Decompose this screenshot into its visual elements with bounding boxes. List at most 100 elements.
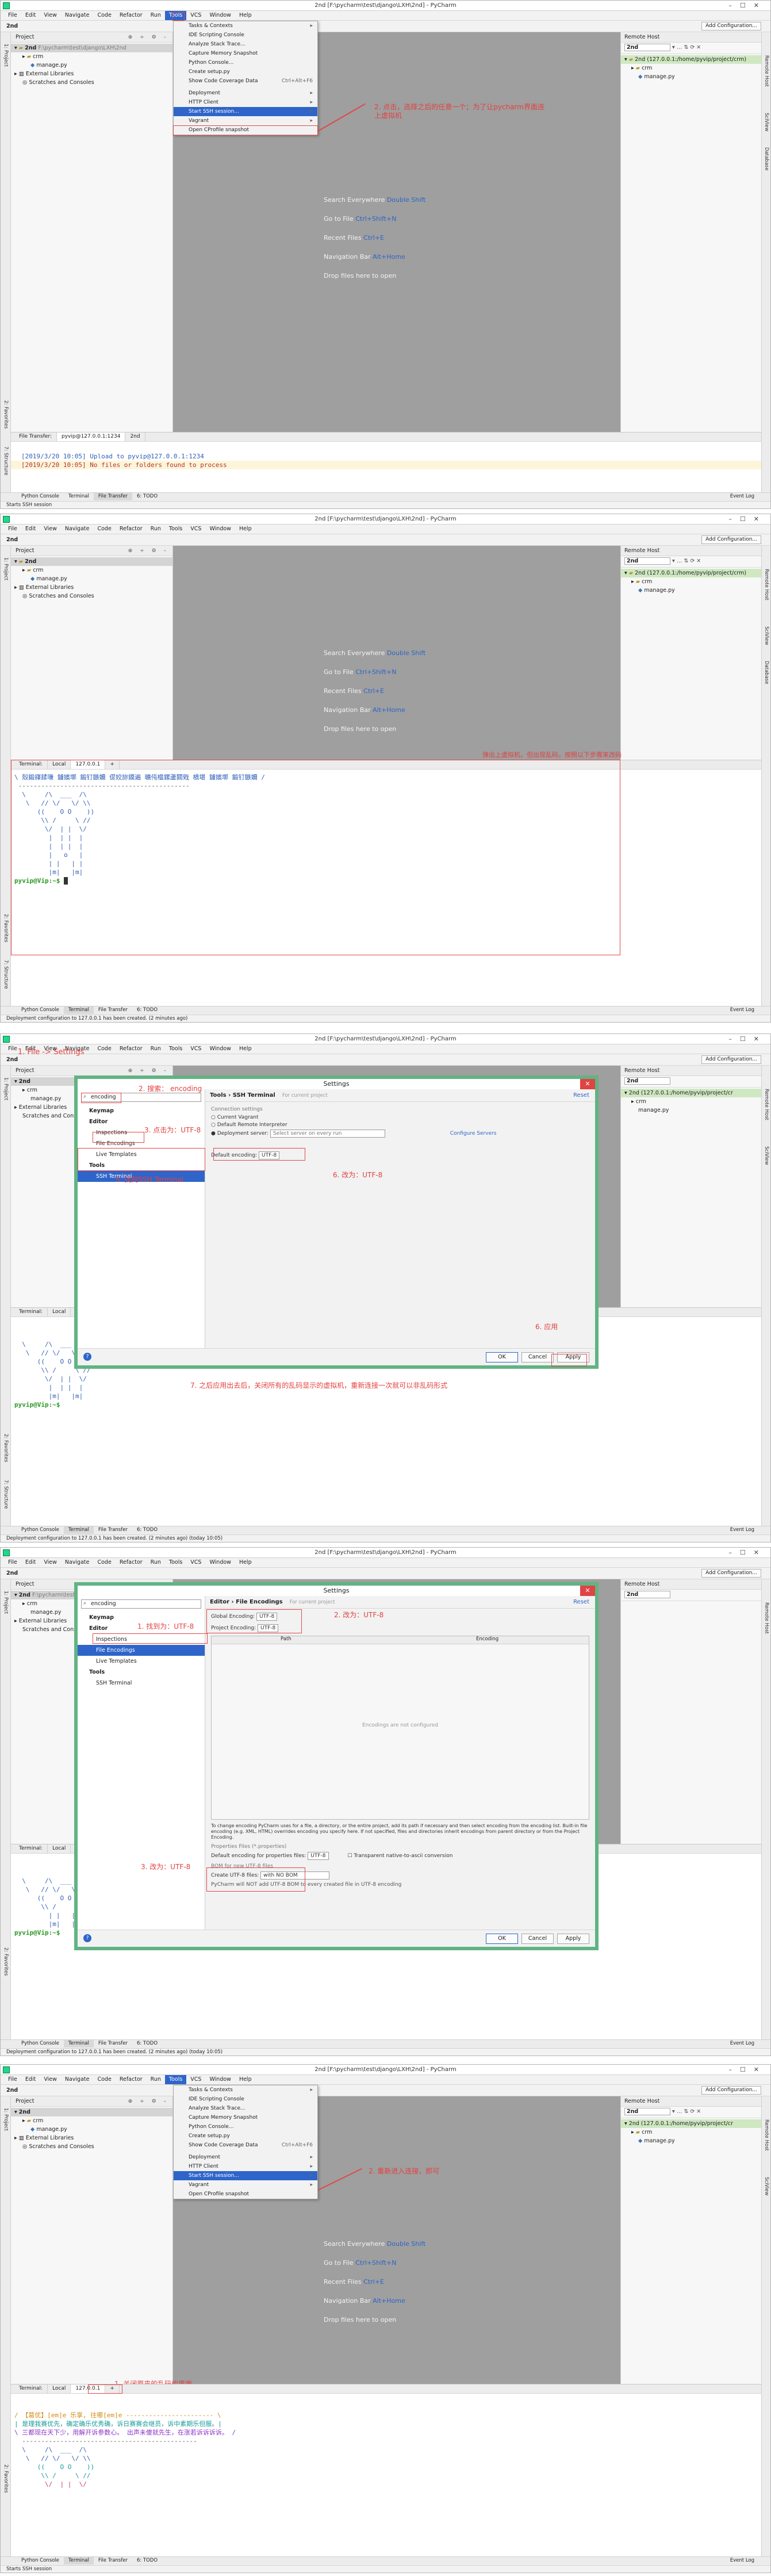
menu-navigate[interactable]: Navigate (61, 525, 94, 534)
menu-item-deployment[interactable]: Deployment ▸ (174, 2153, 317, 2162)
tool-file-transfer[interactable]: File Transfer (94, 1526, 132, 1534)
tree-item-manage[interactable]: ◆ manage.py (11, 575, 172, 583)
reset-link[interactable]: Reset (573, 1089, 589, 1102)
menu-run[interactable]: Run (147, 1044, 165, 1054)
menu-window[interactable]: Window (205, 525, 235, 534)
tree-item-external-libraries[interactable]: ▸ ▥ External Libraries (11, 583, 172, 592)
tab-database[interactable]: Database (764, 661, 769, 684)
menu-item-tasks[interactable]: Tasks & Contexts ▸ (174, 2085, 317, 2095)
remote-server-select[interactable]: 2nd (621, 1590, 761, 1601)
remote-item-crm[interactable]: ▸ ▰ crm (621, 2128, 761, 2137)
menu-file[interactable]: File (4, 2075, 21, 2084)
tool-terminal[interactable]: Terminal (64, 493, 94, 500)
menu-window[interactable]: Window (205, 2075, 235, 2084)
tab-structure[interactable]: 7: Structure (3, 1480, 9, 1509)
tab-favorites[interactable]: 2: Favorites (3, 1947, 9, 1976)
menu-item-capture-memory[interactable]: Capture Memory Snapshot (174, 49, 317, 58)
ok-button[interactable]: OK (486, 1352, 518, 1362)
transparent-checkbox[interactable]: ☐ Transparent native-to-ascii conversion (347, 1853, 452, 1859)
remote-server-select[interactable]: 2nd ▾ … ⇅ ⟳ ✕ (621, 43, 761, 54)
menu-item-show-coverage[interactable]: Show Code Coverage Data Ctrl+Alt+F6 (174, 76, 317, 86)
tool-terminal[interactable]: Terminal (63, 2040, 94, 2047)
tab-remote-host[interactable]: Remote Host (764, 55, 769, 87)
menu-tools[interactable]: Tools (165, 1044, 186, 1054)
tab-project[interactable]: 1: Project (3, 557, 9, 580)
tool-file-transfer[interactable]: File Transfer (94, 2040, 132, 2047)
menu-edit[interactable]: Edit (21, 2075, 40, 2084)
tree-item-scratches[interactable]: ◎ Scratches and Consoles (11, 2142, 172, 2151)
window-controls[interactable]: –☐✕ (728, 1548, 767, 1558)
menu-item-http-client[interactable]: HTTP Client ▸ (174, 2162, 317, 2171)
menu-run[interactable]: Run (147, 2075, 165, 2084)
menu-edit[interactable]: Edit (21, 525, 40, 534)
apply-button[interactable]: Apply (557, 1934, 589, 1944)
menu-refactor[interactable]: Refactor (116, 1558, 147, 1567)
menu-code[interactable]: Code (93, 525, 115, 534)
close-icon[interactable]: ✕ (580, 1079, 595, 1089)
event-log-button[interactable]: Event Log (726, 2557, 759, 2564)
remote-server-select[interactable]: 2nd ▾ … ⇅ ⟳ ✕ (621, 2107, 761, 2118)
event-log-button[interactable]: Event Log (726, 1526, 759, 1534)
menu-navigate[interactable]: Navigate (61, 2075, 94, 2084)
tree-item-manage[interactable]: ◆ manage.py (11, 61, 172, 70)
tree-item-manage[interactable]: ◆ manage.py (11, 2125, 172, 2134)
menu-file[interactable]: File (4, 525, 21, 534)
menu-item-start-ssh[interactable]: Start SSH session... ▸ (174, 2171, 317, 2180)
window-controls[interactable]: –☐✕ (728, 1, 767, 11)
menu-tools[interactable]: Tools (165, 1558, 186, 1567)
pane-tools-icon[interactable]: ⊕ ÷ ⚙ – (128, 32, 169, 43)
tree-item-crm[interactable]: ▸ ▰ crm (11, 52, 172, 61)
nav-crumb[interactable]: 2nd (6, 1057, 18, 1063)
add-configuration-button[interactable]: Add Configuration... (701, 1055, 761, 1064)
tab-transfer-host[interactable]: pyvip@127.0.0.1:1234 (56, 432, 126, 441)
tab-terminal-local[interactable]: Local (48, 2384, 71, 2393)
tab-project[interactable]: 1: Project (3, 44, 9, 67)
menu-item-analyze-stack[interactable]: Analyze Stack Trace... (174, 40, 317, 49)
tool-todo[interactable]: 6: TODO (132, 2557, 162, 2564)
nav-crumb[interactable]: 2nd (6, 537, 18, 543)
menu-help[interactable]: Help (235, 2075, 256, 2084)
menu-view[interactable]: View (40, 2075, 61, 2084)
remote-item-manage[interactable]: ◆ manage.py (621, 2137, 761, 2145)
menu-help[interactable]: Help (235, 1044, 256, 1054)
radio-deployment-server[interactable]: ● Deployment server: Select server on ev… (211, 1130, 589, 1138)
tab-favorites[interactable]: 2: Favorites (3, 914, 9, 942)
ok-button[interactable]: OK (486, 1934, 518, 1944)
tree-live-templates[interactable]: Live Templates (78, 1656, 205, 1667)
nav-crumb[interactable]: 2nd (6, 2087, 18, 2093)
remote-item-crm[interactable]: ▸ ▰ crm (621, 64, 761, 72)
remote-server-select[interactable]: 2nd (621, 1076, 761, 1088)
menu-help[interactable]: Help (235, 1558, 256, 1567)
menu-view[interactable]: View (40, 525, 61, 534)
menu-refactor[interactable]: Refactor (116, 1044, 147, 1054)
reset-link[interactable]: Reset (573, 1596, 589, 1609)
menu-refactor[interactable]: Refactor (116, 11, 147, 20)
menu-item-create-setup[interactable]: Create setup.py (174, 67, 317, 76)
tree-item-external-libraries[interactable]: ▸ ▥ External Libraries (11, 70, 172, 78)
help-icon[interactable]: ? (83, 1353, 91, 1361)
tool-todo[interactable]: 6: TODO (132, 2040, 162, 2047)
tool-todo[interactable]: 6: TODO (132, 1006, 162, 1014)
menu-help[interactable]: Help (235, 525, 256, 534)
tool-python-console[interactable]: Python Console (17, 2557, 64, 2564)
remote-item-crm[interactable]: ▸ ▰ crm (621, 577, 761, 586)
menu-view[interactable]: View (40, 11, 61, 20)
menu-vcs[interactable]: VCS (186, 1044, 205, 1054)
terminal-prompt[interactable]: pyvip@Vip:~$ (11, 1400, 761, 1409)
cancel-button[interactable]: Cancel (521, 1934, 554, 1944)
menu-vcs[interactable]: VCS (186, 2075, 205, 2084)
tab-remote-host[interactable]: Remote Host (764, 1602, 769, 1634)
project-pane-title[interactable]: Project (16, 2098, 34, 2104)
tree-file-encodings[interactable]: File Encodings (78, 1645, 205, 1656)
tab-project[interactable]: 1: Project (3, 2108, 9, 2131)
tab-favorites[interactable]: 2: Favorites (3, 1434, 9, 1462)
menu-edit[interactable]: Edit (21, 1558, 40, 1567)
menu-item-create-setup[interactable]: Create setup.py (174, 2131, 317, 2141)
menu-view[interactable]: View (40, 1558, 61, 1567)
menu-item-python-console[interactable]: Python Console... (174, 2122, 317, 2131)
menu-item-python-console[interactable]: Python Console... (174, 58, 317, 67)
tool-terminal[interactable]: Terminal (63, 2557, 94, 2564)
menu-item-ide-scripting[interactable]: IDE Scripting Console (174, 2095, 317, 2104)
tree-ssh-terminal[interactable]: SSH Terminal (78, 1678, 205, 1689)
tool-python-console[interactable]: Python Console (17, 493, 64, 500)
